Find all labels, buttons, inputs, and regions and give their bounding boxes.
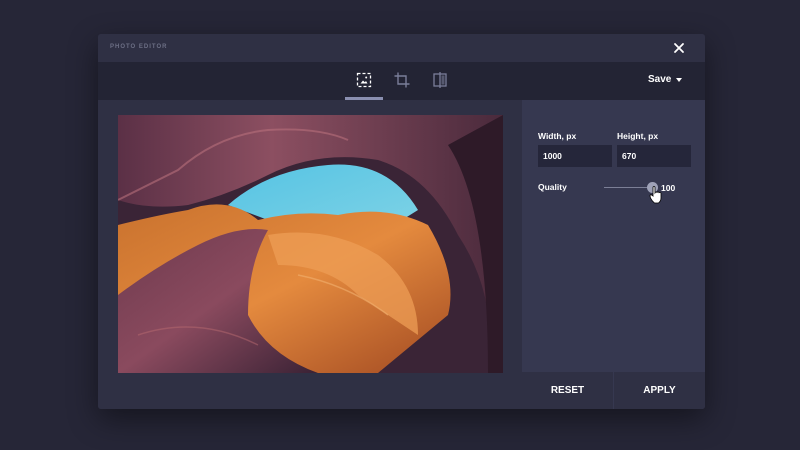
- height-input[interactable]: [617, 145, 691, 167]
- flip-icon: [433, 72, 447, 88]
- titlebar: PHOTO EDITOR: [98, 34, 705, 62]
- width-label: Width, px: [538, 131, 577, 141]
- toolbar: Save: [98, 62, 705, 100]
- photo-editor-dialog: PHOTO EDITOR Save Width, px 1000 Height,…: [98, 34, 705, 409]
- dialog-title: PHOTO EDITOR: [110, 44, 168, 50]
- resize-tool-button[interactable]: [355, 71, 373, 89]
- height-label: Height, px: [617, 131, 659, 141]
- resize-icon: [356, 72, 372, 88]
- close-button[interactable]: [671, 40, 687, 56]
- crop-tool-button[interactable]: [393, 71, 411, 89]
- image-canvas: [98, 100, 522, 409]
- flip-tool-button[interactable]: [431, 71, 449, 89]
- reset-button[interactable]: RESET: [522, 372, 613, 409]
- save-button[interactable]: Save: [648, 74, 671, 85]
- chevron-down-icon[interactable]: [676, 78, 682, 82]
- crop-icon: [394, 72, 410, 88]
- quality-label: Quality: [538, 182, 567, 192]
- quality-value: 100: [661, 183, 676, 193]
- hand-cursor-icon: [649, 186, 662, 204]
- close-icon: [674, 43, 684, 53]
- apply-button[interactable]: APPLY: [614, 372, 705, 409]
- photo-preview: [118, 115, 503, 373]
- quality-slider-track[interactable]: [604, 187, 652, 188]
- width-input[interactable]: [538, 145, 612, 167]
- settings-panel: Width, px Height, px Quality 100 RESET A…: [522, 100, 705, 409]
